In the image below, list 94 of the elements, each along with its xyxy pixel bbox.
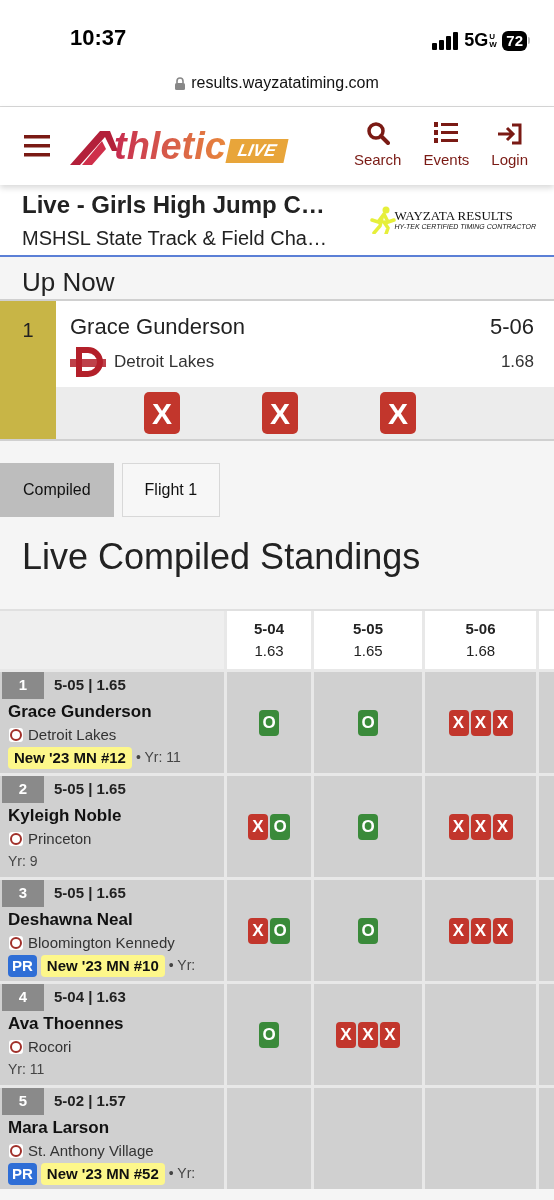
attempt-badge: X [448,709,469,736]
attempt-badge: X [248,917,268,944]
height-metric: 1.68 [465,641,496,661]
year-text: • Yr: 11 [135,748,181,767]
attempt-badge: X [336,1021,356,1048]
place-badge: 5 [2,1088,44,1115]
team-name: Princeton [28,828,92,849]
tab[interactable]: Flight 1 [121,463,221,517]
record-badge: New '23 MN #52 [40,1162,165,1185]
mark-text: 5-06 [489,312,534,341]
attempt-badge: X [448,813,469,840]
login-icon [497,122,522,145]
attempt-badge: O [270,813,290,840]
best-mark: 5-05 | 1.65 [54,883,126,904]
best-mark: 5-05 | 1.65 [54,675,126,696]
height-metric: 1.63 [254,641,284,661]
attempt-badge: O [358,709,378,736]
event-title: Live - Girls High Jump C… [22,190,326,220]
nav-link[interactable]: Login [491,122,528,172]
attempt-badge: X [492,709,513,736]
team-logo-icon [8,831,24,847]
attempt-badge: X [448,917,469,944]
attempt-badge: X [248,813,268,840]
nav-link[interactable]: Search [353,120,402,172]
team-name: Bloomington Kennedy [28,932,175,953]
search-icon [365,120,390,145]
team-name: Detroit Lakes [114,350,215,373]
record-badge: New '23 MN #12 [8,746,132,769]
lock-icon [175,76,186,90]
athlete-name: Ava Thoennes [8,1013,125,1035]
attempt-badge: X [492,917,513,944]
attempt-badge: O [259,1021,279,1048]
place-badge: 3 [2,880,44,907]
numbered-list-icon [434,120,459,145]
network-sub-label: UW [489,32,497,49]
team-name: St. Anthony Village [28,1140,154,1161]
year-text: • Yr: [168,1164,196,1183]
attempt-badge: O [259,709,279,736]
tab[interactable]: Compiled [0,463,114,517]
year-text: • Yr: [168,956,196,975]
network-label: 5G [464,29,489,52]
clock-time: 10:37 [70,24,127,52]
place-badge: 4 [2,984,44,1011]
height-mark: 5-04 [254,618,284,639]
logo-badge: LIVE [225,139,289,163]
team-name: Rocori [28,1036,72,1057]
standings-title: Live Compiled Standings [22,537,421,577]
height-mark: 5-06 [465,618,496,639]
team-logo-icon [8,727,24,743]
place-number: 1 [22,318,34,341]
section-heading: Up Now [22,266,115,299]
height-mark: 5-05 [353,618,383,639]
team-logo-icon [8,1039,24,1055]
pr-badge: PR [8,1162,37,1185]
pr-badge: PR [8,954,37,977]
record-badge: New '23 MN #10 [40,954,165,977]
nav-link[interactable]: Events [423,120,470,172]
attempt-badge: X [144,392,180,434]
attempt-badge: X [470,917,491,944]
url-text[interactable]: results.wayzatatiming.com [191,71,379,95]
team-logo-icon [70,344,106,379]
battery-icon: 72 [502,30,530,51]
attempt-badge: X [262,392,298,434]
year-text: Yr: 11 [8,1060,45,1079]
team-logo-icon [8,935,24,951]
best-mark: 5-04 | 1.63 [54,987,126,1008]
team-logo-icon [8,1143,24,1159]
year-text: Yr: 9 [8,852,38,871]
signal-icon [432,31,459,50]
athlete-name: Deshawna Neal [8,909,134,931]
attempt-badge: O [358,917,378,944]
attempt-badge: X [470,709,491,736]
athlete-name: Grace Gunderson [8,701,153,723]
best-mark: 5-02 | 1.57 [54,1091,126,1112]
attempt-badge: X [380,1021,400,1048]
attempt-badge: O [270,917,290,944]
best-mark: 5-05 | 1.65 [54,779,126,800]
attempt-badge: X [470,813,491,840]
attempt-badge: O [358,813,378,840]
attempt-badge: X [380,392,416,434]
sponsor-name: WAYZATA RESULTS [394,209,514,223]
attempt-badge: X [492,813,513,840]
place-badge: 2 [2,776,44,803]
menu-icon[interactable] [24,135,50,157]
metric-text: 1.68 [500,350,534,373]
place-badge: 1 [2,672,44,699]
header-cell [539,611,554,669]
attempt-badge: X [358,1021,378,1048]
team-name: Detroit Lakes [28,724,117,745]
athlete-name: Kyleigh Noble [8,805,123,827]
athlete-name: Mara Larson [8,1117,111,1139]
athlete-name: Grace Gunderson [70,312,245,341]
event-subtitle: MSHSL State Track & Field Cha… [22,226,327,251]
height-metric: 1.65 [353,641,383,661]
